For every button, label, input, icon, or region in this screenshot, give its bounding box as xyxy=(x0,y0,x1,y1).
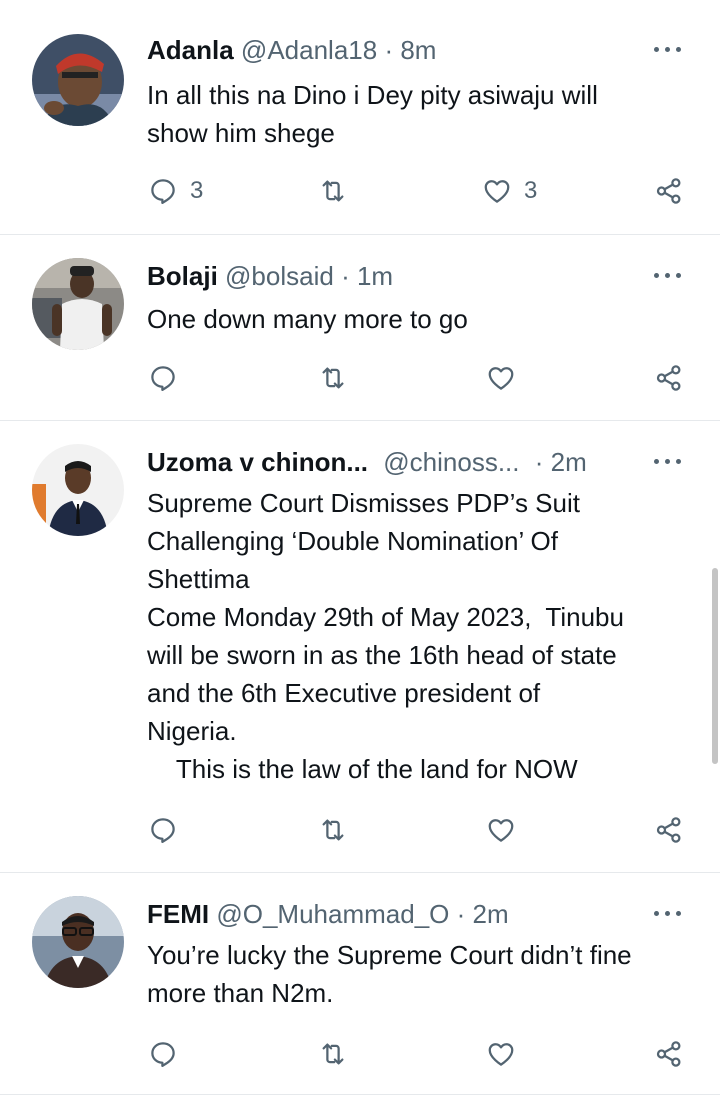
author-name[interactable]: Adanla xyxy=(147,35,234,65)
tweet-text: In all this na Dino i Dey pity asiwaju w… xyxy=(147,80,598,148)
tweet-text: Supreme Court Dismisses PDP’s Suit Chall… xyxy=(147,488,624,784)
action-bar xyxy=(0,358,720,398)
avatar[interactable] xyxy=(32,34,124,126)
share-icon xyxy=(656,1041,681,1067)
share-icon xyxy=(656,817,681,843)
retweet-icon xyxy=(322,367,344,389)
timestamp[interactable]: 2m xyxy=(473,899,509,929)
retweet-icon xyxy=(322,180,344,202)
retweet-button[interactable] xyxy=(318,171,348,211)
reply-icon xyxy=(151,366,175,391)
author-handle[interactable]: @O_Muhammad_O xyxy=(216,899,449,929)
reply-count: 3 xyxy=(190,177,204,204)
like-button[interactable] xyxy=(486,810,516,850)
scrollbar[interactable] xyxy=(712,568,718,764)
retweet-button[interactable] xyxy=(318,1034,348,1074)
avatar[interactable] xyxy=(32,896,124,988)
reply-button[interactable]: 3 xyxy=(148,171,203,211)
heart-icon xyxy=(484,180,510,203)
avatar[interactable] xyxy=(32,258,124,350)
retweet-icon xyxy=(322,819,344,841)
author-handle[interactable]: @bolsaid xyxy=(225,261,334,291)
action-bar xyxy=(0,810,720,850)
heart-icon xyxy=(488,819,514,842)
timestamp[interactable]: 2m xyxy=(551,447,587,477)
separator-dot: · xyxy=(456,899,466,929)
author-name[interactable]: FEMI xyxy=(147,899,209,929)
timestamp[interactable]: 1m xyxy=(357,261,393,291)
separator-dot: · xyxy=(534,447,544,477)
share-button[interactable] xyxy=(654,1034,684,1074)
retweet-icon xyxy=(322,1043,344,1065)
tweet-uzoma[interactable]: Uzoma v chinon... @chinoss... · 2m Supre… xyxy=(0,420,720,873)
share-icon xyxy=(656,178,681,204)
share-button[interactable] xyxy=(654,171,684,211)
tweet-adanla[interactable]: Adanla @Adanla18 · 8m In all this na Din… xyxy=(0,0,720,235)
avatar-image xyxy=(32,258,124,350)
avatar-image xyxy=(32,896,124,988)
tweet-text: One down many more to go xyxy=(147,304,468,334)
avatar-image xyxy=(32,34,124,126)
separator-dot: · xyxy=(341,261,350,291)
share-icon xyxy=(656,365,681,391)
tweet-femi[interactable]: FEMI @O_Muhammad_O · 2m You’re lucky the… xyxy=(0,872,720,1095)
more-dots-icon[interactable] xyxy=(652,908,684,918)
action-bar: 3 3 xyxy=(0,171,720,211)
like-button[interactable] xyxy=(486,358,516,398)
author-handle[interactable]: @Adanla18 xyxy=(241,35,377,65)
action-bar xyxy=(0,1034,720,1074)
more-dots-icon[interactable] xyxy=(652,270,684,280)
reply-icon xyxy=(151,179,175,204)
retweet-button[interactable] xyxy=(318,358,348,398)
author-name[interactable]: Bolaji xyxy=(147,261,218,291)
retweet-button[interactable] xyxy=(318,810,348,850)
tweet-bolaji[interactable]: Bolaji @bolsaid · 1m One down many more … xyxy=(0,234,720,421)
share-button[interactable] xyxy=(654,810,684,850)
more-dots-icon[interactable] xyxy=(652,456,684,466)
avatar-image xyxy=(32,444,124,536)
author-name[interactable]: Uzoma v chinon... xyxy=(147,447,368,477)
author-handle[interactable]: @chinoss... xyxy=(383,447,519,477)
reply-icon xyxy=(151,1042,175,1067)
reply-button[interactable] xyxy=(148,1034,178,1074)
heart-icon xyxy=(488,1043,514,1066)
timestamp[interactable]: 8m xyxy=(400,35,436,65)
like-button[interactable] xyxy=(486,1034,516,1074)
separator-dot: · xyxy=(384,35,394,65)
reply-icon xyxy=(151,818,175,843)
reply-button[interactable] xyxy=(148,810,178,850)
share-button[interactable] xyxy=(654,358,684,398)
avatar[interactable] xyxy=(32,444,124,536)
more-dots-icon[interactable] xyxy=(652,44,684,54)
like-button[interactable]: 3 xyxy=(482,171,537,211)
tweet-text: You’re lucky the Supreme Court didn’t fi… xyxy=(147,940,632,1008)
like-count: 3 xyxy=(524,177,538,204)
heart-icon xyxy=(488,367,514,390)
reply-button[interactable] xyxy=(148,358,178,398)
